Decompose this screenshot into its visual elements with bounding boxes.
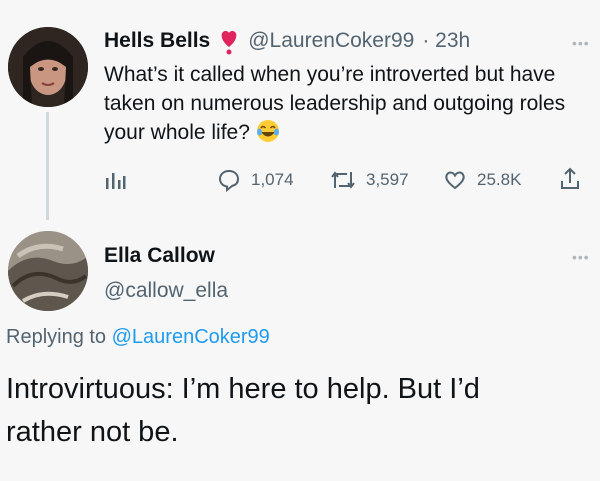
share-icon — [561, 167, 579, 189]
like-count: 25.8K — [477, 170, 522, 189]
retweet-button[interactable]: 3,597 — [330, 168, 409, 192]
author-handle[interactable]: @LaurenCoker99 — [248, 29, 414, 53]
reply-count: 1,074 — [251, 170, 294, 189]
profile-photo-icon — [8, 27, 88, 107]
replying-to-label: Replying to — [6, 326, 107, 348]
reply-bubble-icon — [218, 169, 240, 192]
reply-text-line-2: rather not be. — [6, 416, 179, 448]
profile-photo-icon — [8, 231, 88, 311]
more-options-icon[interactable]: ••• — [572, 249, 590, 265]
reply-text-line-1: Introvirtuous: I’m here to help. But I’d — [6, 373, 480, 405]
heart-icon — [445, 171, 465, 190]
thread-connector-line — [46, 112, 49, 220]
author-name[interactable]: Hells Bells — [104, 29, 210, 53]
avatar[interactable] — [8, 231, 88, 311]
avatar[interactable] — [8, 27, 88, 107]
heart-badge-icon — [218, 27, 240, 55]
like-button[interactable]: 25.8K — [443, 168, 521, 192]
laughing-crying-emoji-icon — [256, 119, 280, 143]
tweet-time[interactable]: · 23h — [422, 29, 470, 53]
more-options-icon[interactable]: ••• — [572, 35, 590, 51]
share-button[interactable] — [558, 166, 582, 192]
reply-button[interactable]: 1,074 — [217, 168, 294, 192]
tweet-text: What’s it called when you’re introverted… — [104, 63, 566, 144]
tweet-header: Hells Bells @LaurenCoker99 · 23h — [104, 27, 470, 55]
replying-to-line: Replying to @LaurenCoker99 — [6, 326, 270, 349]
retweet-icon — [331, 171, 355, 189]
retweet-count: 3,597 — [366, 170, 409, 189]
replying-to-handle-link[interactable]: @LaurenCoker99 — [112, 326, 270, 348]
analytics-button[interactable] — [104, 170, 126, 195]
analytics-icon — [106, 173, 126, 189]
reply-author-handle[interactable]: @callow_ella — [104, 279, 228, 303]
reply-author-name[interactable]: Ella Callow — [104, 244, 215, 268]
